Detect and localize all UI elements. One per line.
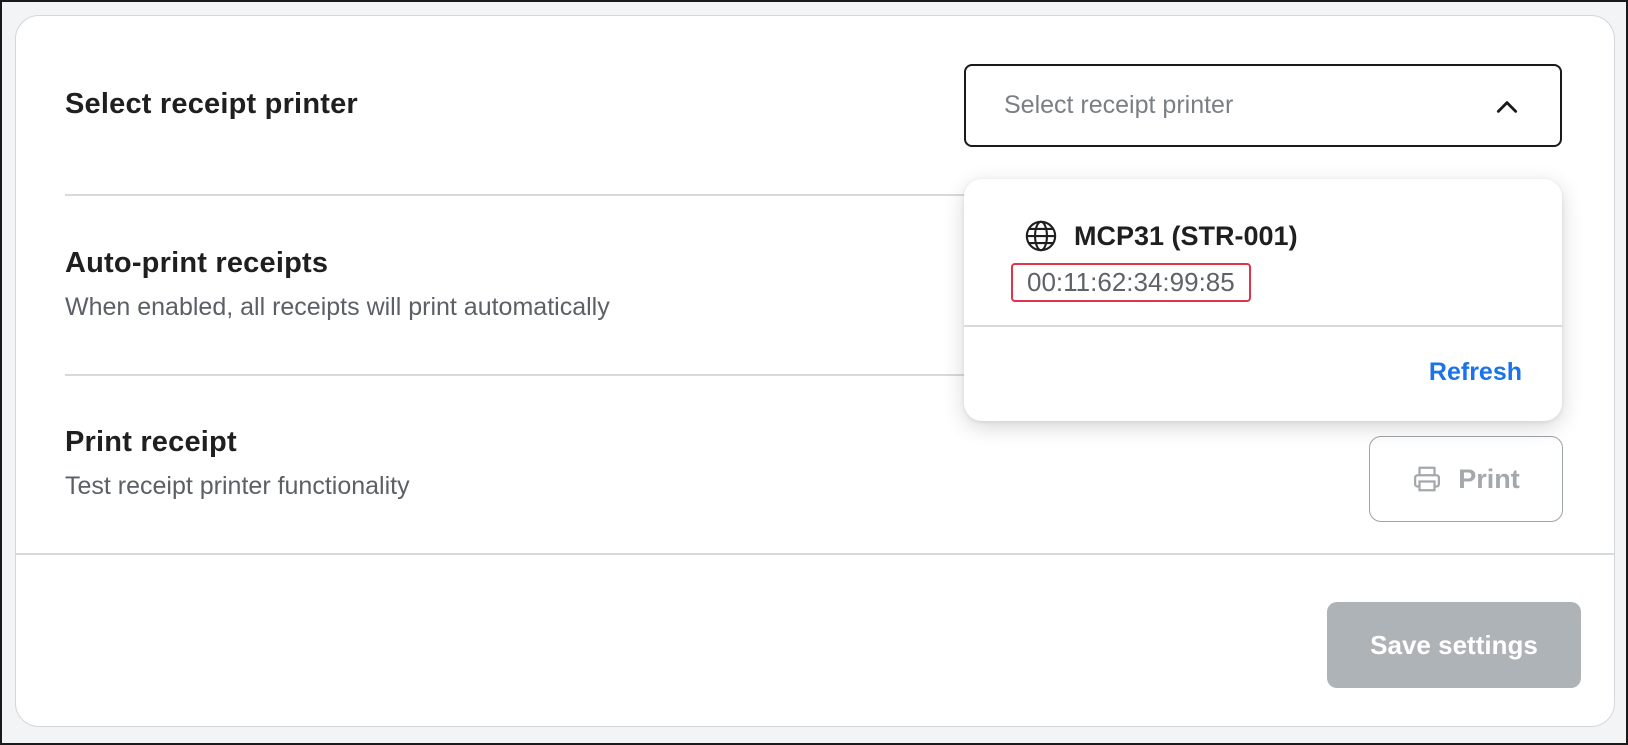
auto-print-title: Auto-print receipts	[65, 247, 329, 279]
printer-icon	[1414, 466, 1441, 492]
printer-select[interactable]: Select receipt printer	[964, 64, 1562, 147]
print-button-label: Print	[1458, 463, 1520, 494]
printer-option-name: MCP31 (STR-001)	[1074, 221, 1298, 251]
refresh-link[interactable]: Refresh	[1429, 358, 1522, 387]
receipt-printer-settings-card: Select receipt printer Select receipt pr…	[15, 15, 1615, 727]
divider	[65, 374, 965, 376]
globe-icon	[1025, 220, 1057, 252]
footer-divider	[16, 553, 1614, 555]
print-receipt-title: Print receipt	[65, 426, 237, 458]
printer-mac-address: 00:11:62:34:99:85	[1011, 263, 1251, 302]
select-printer-title: Select receipt printer	[65, 88, 358, 120]
printer-dropdown-menu: MCP31 (STR-001) 00:11:62:34:99:85 Refres…	[964, 179, 1562, 421]
printer-select-placeholder: Select receipt printer	[1004, 91, 1234, 119]
print-button[interactable]: Print	[1369, 436, 1563, 522]
chevron-up-icon	[1496, 101, 1518, 113]
auto-print-description: When enabled, all receipts will print au…	[65, 293, 610, 321]
dropdown-divider	[964, 325, 1562, 327]
printer-option[interactable]: MCP31 (STR-001) 00:11:62:34:99:85	[964, 179, 1562, 325]
divider	[65, 194, 965, 196]
print-receipt-description: Test receipt printer functionality	[65, 472, 410, 500]
save-settings-button[interactable]: Save settings	[1327, 602, 1581, 688]
